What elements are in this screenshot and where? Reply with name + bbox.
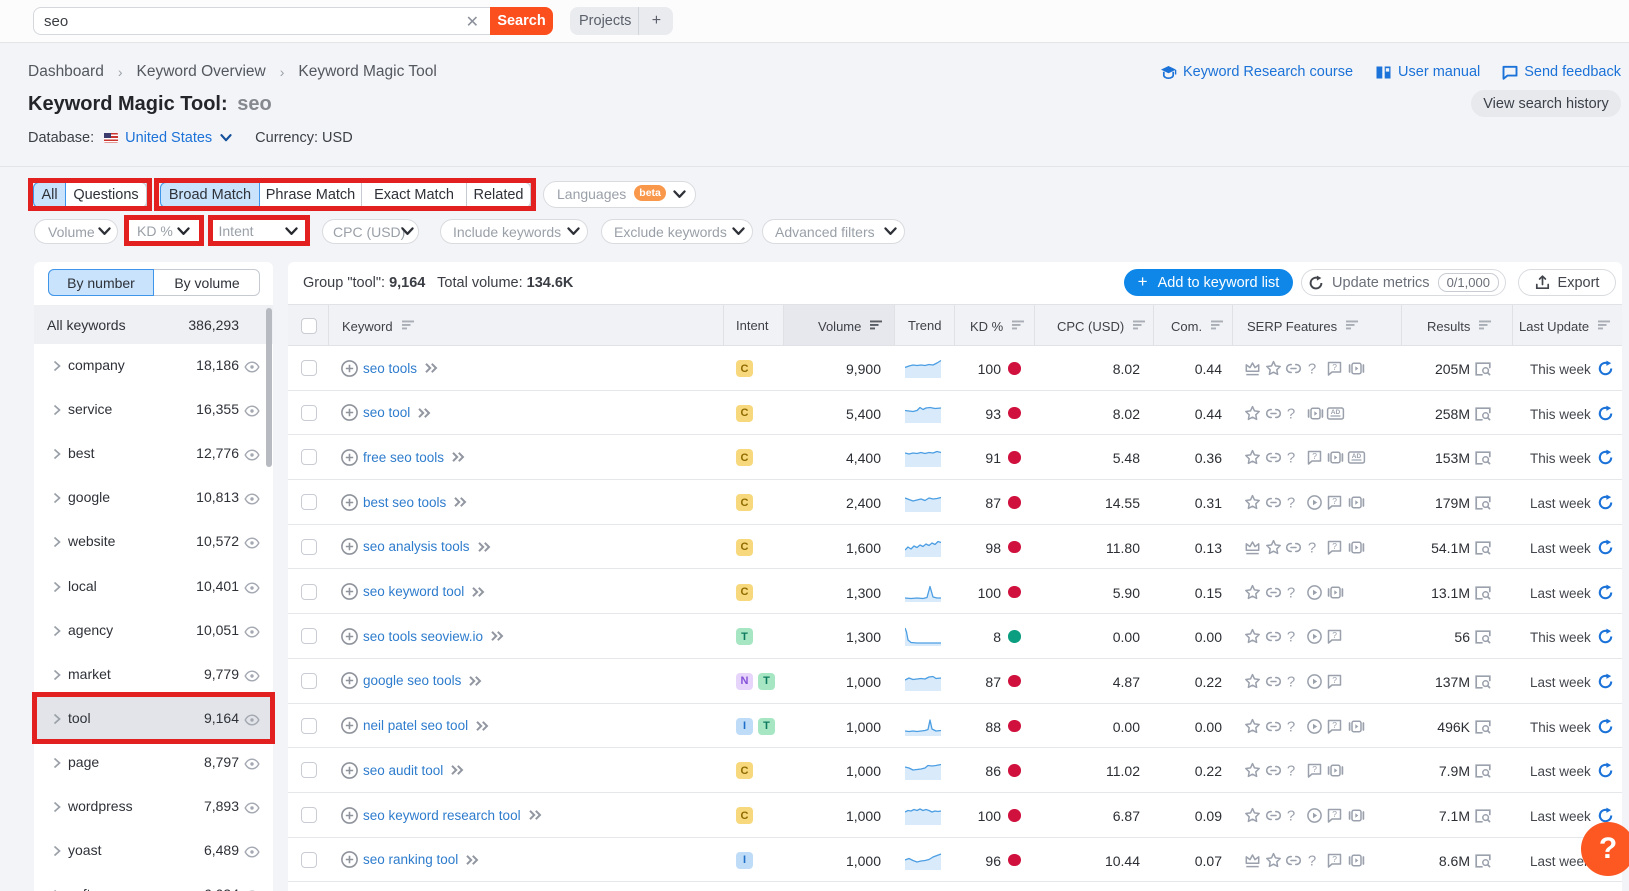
svg-text:?: ? bbox=[1332, 541, 1337, 551]
svg-text:?: ? bbox=[1287, 405, 1295, 422]
svg-text:?: ? bbox=[1287, 495, 1295, 512]
svg-text:?: ? bbox=[1332, 854, 1337, 864]
svg-text:?: ? bbox=[1307, 852, 1315, 869]
svg-text:?: ? bbox=[1332, 809, 1337, 819]
svg-text:?: ? bbox=[1312, 764, 1317, 774]
svg-text:?: ? bbox=[1287, 763, 1295, 780]
svg-text:?: ? bbox=[1332, 675, 1337, 685]
svg-text:AD: AD bbox=[1331, 409, 1341, 416]
svg-text:?: ? bbox=[1332, 496, 1337, 506]
svg-text:?: ? bbox=[1287, 450, 1295, 467]
svg-text:?: ? bbox=[1287, 808, 1295, 825]
svg-text:?: ? bbox=[1312, 452, 1317, 462]
svg-text:?: ? bbox=[1332, 362, 1337, 372]
svg-text:?: ? bbox=[1287, 629, 1295, 646]
svg-text:?: ? bbox=[1287, 584, 1295, 601]
svg-text:?: ? bbox=[1307, 539, 1315, 556]
svg-text:?: ? bbox=[1332, 630, 1337, 640]
svg-text:?: ? bbox=[1307, 361, 1315, 378]
svg-text:AD: AD bbox=[1351, 453, 1361, 460]
svg-text:?: ? bbox=[1287, 673, 1295, 690]
svg-text:?: ? bbox=[1332, 720, 1337, 730]
svg-text:?: ? bbox=[1287, 718, 1295, 735]
